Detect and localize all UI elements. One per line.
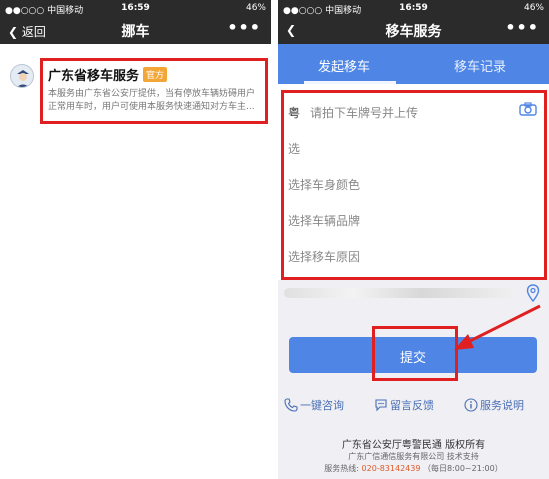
- hotline-hours: （每日8:00~21:00）: [422, 464, 503, 473]
- police-avatar: [10, 64, 34, 88]
- service-info-label: 服务说明: [480, 399, 524, 412]
- move-car-form: 粤 请拍下车牌号并上传 选 选择车身颜色 选择车辆品牌 选择移车原因: [278, 84, 549, 280]
- plate-input[interactable]: 请拍下车牌号并上传: [310, 104, 418, 121]
- reason-row[interactable]: 选择移车原因: [284, 238, 541, 274]
- tab-bar: 发起移车 移车记录: [278, 44, 549, 84]
- color-row[interactable]: 选择车身颜色: [284, 166, 541, 202]
- status-bar: ●●○○○ 中国移动 16:59 46%: [0, 0, 271, 16]
- car-color-select[interactable]: 选择车身颜色: [288, 176, 360, 193]
- service-info-link[interactable]: 服务说明: [464, 397, 524, 413]
- footer: 广东省公安厅粤警民通 版权所有 广东广信通信服务有限公司 技术支持 服务热线: …: [278, 436, 549, 475]
- highlight-box: 广东省移车服务 官方 本服务由广东省公安厅提供，当有停放车辆妨碍用户正常用车时，用…: [40, 58, 268, 124]
- service-title: 广东省移车服务: [48, 69, 140, 84]
- copyright-text: 广东省公安厅粤警民通 版权所有: [341, 440, 486, 451]
- select-field[interactable]: 选: [288, 140, 300, 157]
- right-screen: ●●○○○ 中国移动 16:59 46% ❮ 移车服务 ••• 发起移车 移车记…: [278, 0, 549, 479]
- hotline-label: 服务热线:: [324, 464, 359, 473]
- battery-text: 46%: [245, 3, 266, 13]
- tab-records[interactable]: 移车记录: [454, 56, 506, 75]
- hotline-number[interactable]: 020-83142439: [362, 464, 421, 473]
- service-description: 本服务由广东省公安厅提供，当有停放车辆妨碍用户正常用车时，用户可使用本服务快速通…: [48, 89, 256, 112]
- clock-text: 16:59: [399, 3, 428, 13]
- province-label[interactable]: 粤: [288, 104, 300, 121]
- tech-support-text: 广东广信通信服务有限公司 技术支持: [348, 452, 479, 461]
- camera-icon[interactable]: [519, 102, 537, 116]
- hotline-text: 服务热线: 020-83142439 （每日8:00~21:00）: [278, 463, 549, 475]
- top-bar: ●●○○○ 中国移动 16:59 46% ❮ 返回 挪车 •••: [0, 0, 271, 44]
- car-brand-select[interactable]: 选择车辆品牌: [288, 212, 360, 229]
- battery-text: 46%: [523, 3, 544, 13]
- info-icon: [464, 398, 478, 412]
- plate-row[interactable]: 粤 请拍下车牌号并上传: [284, 94, 541, 130]
- left-screen: ●●○○○ 中国移动 16:59 46% ❮ 返回 挪车 ••• 广东省移车服务…: [0, 0, 271, 479]
- phone-icon: [284, 398, 298, 412]
- status-bar: ●●○○○ 中国移动 16:59 46%: [278, 0, 549, 16]
- more-button[interactable]: •••: [505, 18, 539, 37]
- top-bar: ●●○○○ 中国移动 16:59 46% ❮ 移车服务 •••: [278, 0, 549, 44]
- nav-bar: ❮ 移车服务 •••: [278, 16, 549, 44]
- clock-text: 16:59: [121, 3, 150, 13]
- official-badge: 官方: [143, 67, 168, 82]
- nav-bar: ❮ 返回 挪车 •••: [0, 16, 271, 44]
- feedback-label: 留言反馈: [390, 399, 434, 412]
- consult-label: 一键咨询: [300, 399, 344, 412]
- feedback-link[interactable]: 留言反馈: [374, 397, 434, 413]
- move-reason-select[interactable]: 选择移车原因: [288, 248, 360, 265]
- help-links: 一键咨询 留言反馈 服务说明: [278, 395, 549, 415]
- tab-initiate[interactable]: 发起移车: [318, 56, 370, 75]
- consult-link[interactable]: 一键咨询: [284, 397, 344, 413]
- chat-icon: [375, 399, 387, 412]
- red-arrow-icon: [454, 304, 541, 350]
- brand-row[interactable]: 选择车辆品牌: [284, 202, 541, 238]
- select-row[interactable]: 选: [284, 130, 541, 166]
- blurred-address: [284, 288, 514, 298]
- more-button[interactable]: •••: [227, 18, 261, 37]
